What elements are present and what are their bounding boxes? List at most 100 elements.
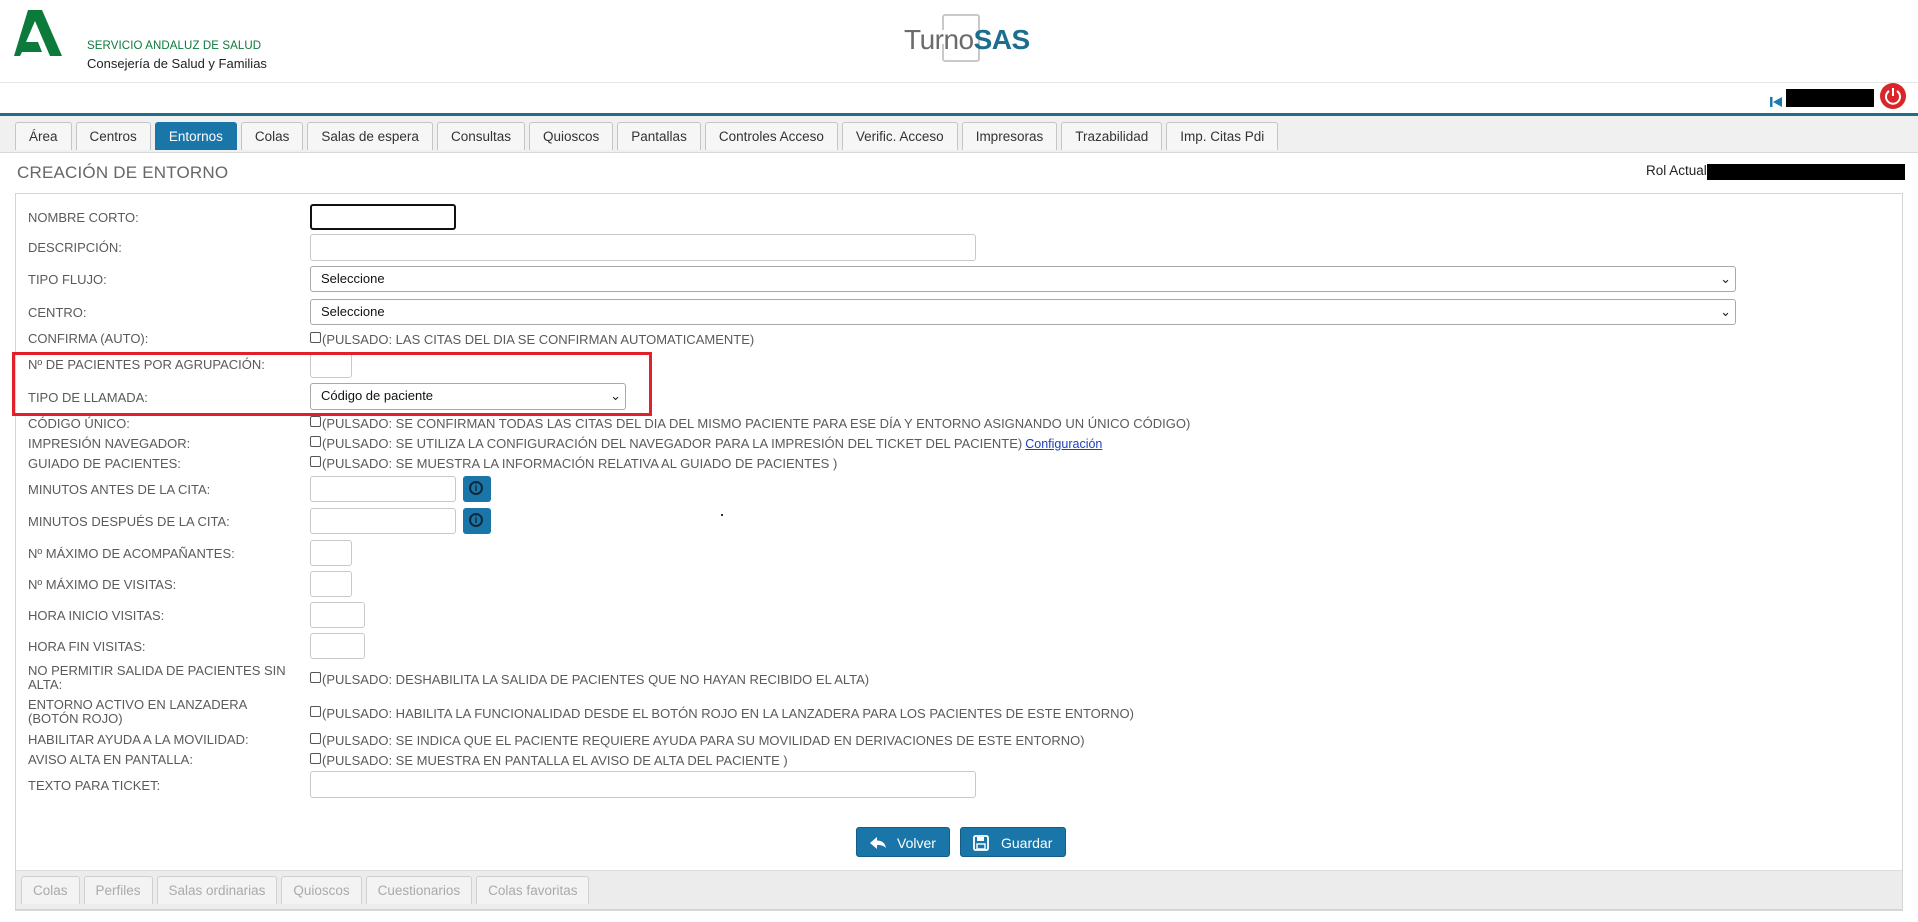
- ayuda-movilidad-description: (PULSADO: SE INDICA QUE EL PACIENTE REQU…: [322, 733, 1085, 748]
- minutos-despues-label: MINUTOS DESPUÉS DE LA CITA:: [28, 514, 230, 529]
- btab-colas-favoritas[interactable]: Colas favoritas: [476, 876, 590, 904]
- tab-colas[interactable]: Colas: [240, 122, 304, 150]
- descripcion-label: DESCRIPCIÓN:: [28, 240, 122, 255]
- minutos-antes-input[interactable]: [310, 476, 456, 502]
- impresion-checkbox[interactable]: [310, 436, 321, 447]
- floppy-disk-icon: [973, 828, 989, 869]
- tab-imp-citas-pdi[interactable]: Imp. Citas Pdi: [1166, 122, 1279, 150]
- tab-entornos[interactable]: Entornos: [154, 122, 237, 150]
- entorno-activo-label: ENTORNO ACTIVO EN LANZADERA (BOTÓN ROJO): [28, 697, 247, 726]
- descripcion-input[interactable]: [310, 234, 976, 261]
- user-bar: [0, 83, 1918, 116]
- texto-ticket-input[interactable]: [310, 771, 976, 798]
- aviso-alta-checkbox[interactable]: [310, 753, 321, 764]
- btab-salas-ordinarias[interactable]: Salas ordinarias: [156, 876, 278, 904]
- minutos-despues-info-button[interactable]: i: [463, 508, 491, 534]
- hora-fin-label: HORA FIN VISITAS:: [28, 639, 146, 654]
- tab-controles-acceso[interactable]: Controles Acceso: [704, 122, 838, 150]
- codigo-unico-label: CÓDIGO ÚNICO:: [28, 416, 130, 431]
- codigo-unico-checkbox[interactable]: [310, 416, 321, 427]
- bottom-tabs: Colas Perfiles Salas ordinarias Quioscos…: [21, 876, 590, 904]
- main-tabs: Área Centros Entornos Colas Salas de esp…: [15, 122, 1279, 150]
- max-visitas-label: Nº MÁXIMO DE VISITAS:: [28, 577, 177, 592]
- guiado-description: (PULSADO: SE MUESTRA LA INFORMACIÓN RELA…: [322, 456, 838, 471]
- main-tab-bar: Área Centros Entornos Colas Salas de esp…: [0, 116, 1918, 153]
- centro-value: Seleccione: [321, 304, 385, 319]
- power-icon[interactable]: [1880, 83, 1906, 109]
- minutos-despues-input[interactable]: [310, 508, 456, 534]
- aviso-alta-label: AVISO ALTA EN PANTALLA:: [28, 752, 193, 767]
- btab-colas[interactable]: Colas: [21, 876, 80, 904]
- chevron-down-icon: ⌄: [1720, 271, 1731, 286]
- rol-value-redacted: [1707, 164, 1905, 180]
- app-name-part1: Turno: [904, 24, 974, 55]
- app-name-part2: SAS: [973, 24, 1031, 55]
- org-line-1: SERVICIO ANDALUZ DE SALUD: [87, 40, 262, 52]
- info-icon: i: [469, 481, 483, 495]
- minutos-antes-label: MINUTOS ANTES DE LA CITA:: [28, 482, 211, 497]
- centro-select[interactable]: Seleccione ⌄: [310, 299, 1736, 325]
- max-visitas-input[interactable]: [310, 571, 352, 597]
- ayuda-movilidad-checkbox[interactable]: [310, 733, 321, 744]
- user-name-redacted: [1786, 89, 1874, 107]
- tab-pantallas[interactable]: Pantallas: [617, 122, 701, 150]
- no-permitir-checkbox[interactable]: [310, 672, 321, 683]
- tab-verific-acceso[interactable]: Verific. Acceso: [841, 122, 958, 150]
- app-name: TurnoSAS: [904, 24, 1030, 56]
- turnosas-logo: TurnoSAS: [904, 14, 1030, 66]
- panel-bottom-divider: [15, 910, 1903, 911]
- highlight-annotation-box: [12, 352, 652, 416]
- entorno-activo-checkbox[interactable]: [310, 706, 321, 717]
- reply-arrow-icon: [869, 828, 887, 869]
- app-header: SERVICIO ANDALUZ DE SALUD Consejería de …: [0, 0, 1918, 83]
- hora-inicio-input[interactable]: [310, 602, 365, 628]
- tab-centros[interactable]: Centros: [75, 122, 151, 150]
- max-acompanantes-input[interactable]: [310, 540, 352, 566]
- tab-area[interactable]: Área: [15, 122, 72, 150]
- btab-cuestionarios[interactable]: Cuestionarios: [365, 876, 473, 904]
- impresion-description-text: (PULSADO: SE UTILIZA LA CONFIGURACIÓN DE…: [322, 436, 1023, 451]
- impresion-label: IMPRESIÓN NAVEGADOR:: [28, 436, 191, 451]
- nombre-corto-label: NOMBRE CORTO:: [28, 210, 139, 225]
- codigo-unico-description: (PULSADO: SE CONFIRMAN TODAS LAS CITAS D…: [322, 416, 1191, 431]
- volver-label: Volver: [897, 835, 936, 851]
- tab-quioscos[interactable]: Quioscos: [529, 122, 614, 150]
- confirma-description: (PULSADO: LAS CITAS DEL DIA SE CONFIRMAN…: [322, 332, 755, 347]
- tipo-flujo-value: Seleccione: [321, 271, 385, 286]
- page-title: CREACIÓN DE ENTORNO: [17, 163, 229, 182]
- volver-button[interactable]: Volver: [856, 827, 950, 857]
- texto-ticket-label: TEXTO PARA TICKET:: [28, 778, 161, 793]
- hora-fin-input[interactable]: [310, 633, 365, 659]
- tab-impresoras[interactable]: Impresoras: [961, 122, 1058, 150]
- entorno-activo-description: (PULSADO: HABILITA LA FUNCIONALIDAD DESD…: [322, 706, 1134, 721]
- tab-trazabilidad[interactable]: Trazabilidad: [1061, 122, 1163, 150]
- btab-perfiles[interactable]: Perfiles: [83, 876, 153, 904]
- guiado-checkbox[interactable]: [310, 456, 321, 467]
- btab-quioscos[interactable]: Quioscos: [281, 876, 362, 904]
- tab-consultas[interactable]: Consultas: [436, 122, 525, 150]
- tab-salas-de-espera[interactable]: Salas de espera: [307, 122, 433, 150]
- no-permitir-label: NO PERMITIR SALIDA DE PACIENTES SIN ALTA…: [28, 663, 286, 692]
- first-page-icon[interactable]: [1769, 95, 1783, 109]
- ayuda-movilidad-label: HABILITAR AYUDA A LA MOVILIDAD:: [28, 732, 249, 747]
- nombre-corto-input[interactable]: [310, 204, 456, 230]
- info-icon: i: [469, 513, 483, 527]
- confirma-checkbox[interactable]: [310, 332, 321, 343]
- guiado-label: GUIADO DE PACIENTES:: [28, 456, 181, 471]
- org-line-2: Consejería de Salud y Familias: [87, 56, 267, 71]
- centro-label: CENTRO:: [28, 305, 87, 320]
- configuracion-link[interactable]: Configuración: [1025, 437, 1102, 451]
- stray-dot: [721, 514, 723, 516]
- confirma-label: CONFIRMA (AUTO):: [28, 331, 149, 346]
- minutos-antes-info-button[interactable]: i: [463, 476, 491, 502]
- aviso-alta-description: (PULSADO: SE MUESTRA EN PANTALLA EL AVIS…: [322, 753, 788, 768]
- tipo-flujo-label: TIPO FLUJO:: [28, 272, 107, 287]
- max-acompanantes-label: Nº MÁXIMO DE ACOMPAÑANTES:: [28, 546, 235, 561]
- rol-label: Rol Actual:: [1646, 163, 1711, 178]
- guardar-label: Guardar: [1001, 835, 1053, 851]
- junta-andalucia-logo: [14, 10, 64, 63]
- guardar-button[interactable]: Guardar: [960, 827, 1066, 857]
- tipo-flujo-select[interactable]: Seleccione ⌄: [310, 266, 1736, 292]
- chevron-down-icon: ⌄: [1720, 304, 1731, 319]
- no-permitir-description: (PULSADO: DESHABILITA LA SALIDA DE PACIE…: [322, 672, 870, 687]
